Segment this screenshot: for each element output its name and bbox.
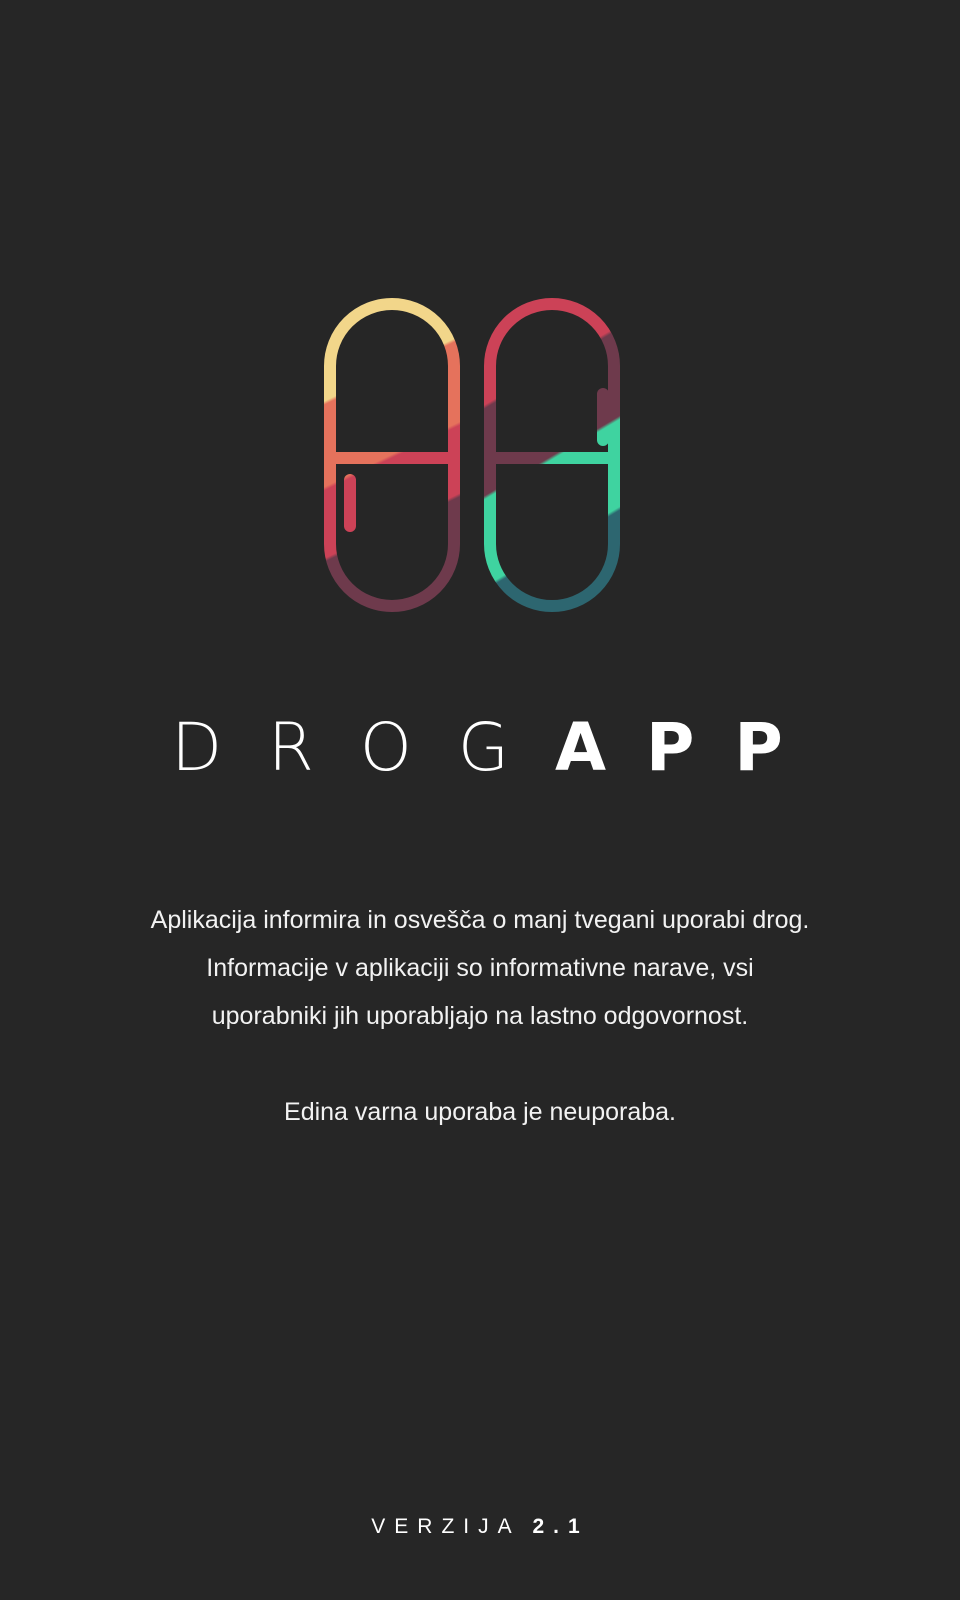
left-capsule: [324, 298, 460, 612]
version-label: VERZIJA: [371, 1515, 521, 1538]
disclaimer-tagline: Edina varna uporaba je neuporaba.: [284, 1098, 676, 1126]
version-info: VERZIJA 2.1: [0, 1512, 960, 1542]
capsule-logo: [324, 298, 620, 612]
app-title: DROGAPP: [0, 708, 960, 788]
splash-screen: DROGAPP Aplikacija informira in osvešča …: [0, 0, 960, 1600]
app-title-bold: APP: [554, 709, 823, 786]
app-title-light: DROG: [171, 709, 555, 786]
right-capsule: [484, 298, 620, 612]
disclaimer-text: Aplikacija informira in osvešča o manj t…: [150, 896, 810, 1136]
version-number: 2.1: [532, 1515, 589, 1538]
disclaimer-paragraph: Aplikacija informira in osvešča o manj t…: [150, 906, 810, 1030]
